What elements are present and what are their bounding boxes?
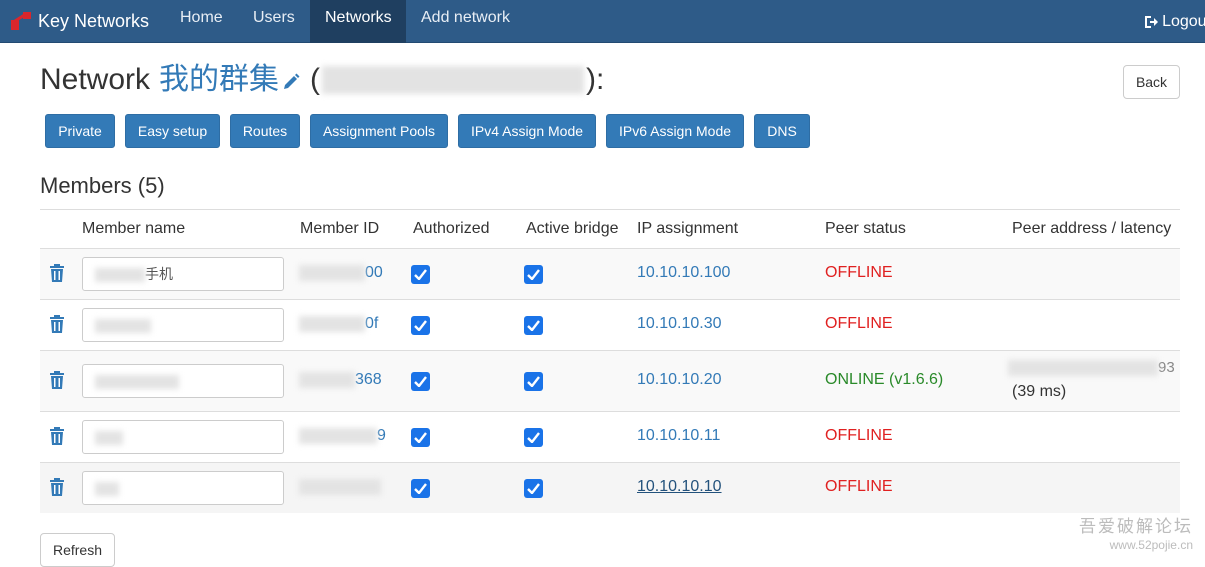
member-name-input[interactable] [82,420,284,454]
logout-icon [1145,15,1159,28]
ip-assignment-link[interactable]: 10.10.10.20 [637,371,722,389]
brand-logo-icon [11,12,31,30]
ipv6-assign-mode-button[interactable]: IPv6 Assign Mode [606,114,744,148]
member-name-input[interactable] [82,308,284,342]
trash-icon[interactable] [49,427,65,445]
dns-button[interactable]: DNS [754,114,810,148]
assignment-pools-button[interactable]: Assignment Pools [310,114,448,148]
member-id[interactable]: 00 [299,264,383,282]
ip-assignment-link[interactable]: 10.10.10.11 [637,427,720,445]
authorized-checkbox[interactable] [411,316,430,335]
redacted-network-id [322,66,585,94]
ip-assignment-link[interactable]: 10.10.10.10 [637,478,722,496]
nav-home[interactable]: Home [165,0,238,43]
peer-status: OFFLINE [825,427,893,444]
trash-icon[interactable] [49,371,65,389]
network-name[interactable]: 我的群集 [159,61,279,99]
watermark-line1: 吾爱破解论坛 [1079,517,1193,536]
header-authorized: Authorized [413,220,490,237]
member-id[interactable]: 0f [299,315,378,333]
trash-icon[interactable] [49,315,65,333]
checkmark-icon [527,269,540,280]
header-member-name: Member name [82,220,186,237]
trash-icon[interactable] [49,478,65,496]
logout-link[interactable]: Logout [1143,0,1205,43]
ip-assignment-link[interactable]: 10.10.10.100 [637,264,730,282]
members-table: Member name Member ID Authorized Active … [40,209,1180,513]
peer-latency: (39 ms) [1012,383,1067,400]
member-id[interactable]: 9 [299,427,386,445]
peer-status: OFFLINE [825,315,893,332]
network-id-open: ( [310,63,321,96]
checkmark-icon [414,269,427,280]
top-navbar: Key Networks Home Users Networks Add net… [0,0,1205,43]
checkmark-icon [414,432,427,443]
table-row: 手机 00 10.10.10.100 OFFLINE [40,249,1180,300]
active-bridge-checkbox[interactable] [524,428,543,447]
active-bridge-checkbox[interactable] [524,265,543,284]
member-name-input[interactable]: 手机 [82,257,284,291]
peer-address: 93 [1008,359,1175,377]
title-prefix: Network [40,63,151,96]
checkmark-icon [414,483,427,494]
checkmark-icon [527,320,540,331]
authorized-checkbox[interactable] [411,372,430,391]
peer-status: OFFLINE [825,264,893,281]
logout-label: Logout [1162,12,1205,30]
table-row: 368 10.10.10.20 ONLINE (v1.6.6) 93 (39 m… [40,351,1180,412]
table-row: 10.10.10.10 OFFLINE [40,463,1180,513]
authorized-checkbox[interactable] [411,479,430,498]
member-name-text: 手机 [145,266,173,282]
header-member-id: Member ID [300,220,380,237]
table-header: Member name Member ID Authorized Active … [40,209,1180,249]
peer-status: OFFLINE [825,478,893,495]
back-button[interactable]: Back [1123,65,1180,99]
network-id-close: ): [586,63,605,96]
brand-text: Key Networks [38,11,150,31]
checkmark-icon [414,320,427,331]
watermark: 吾爱破解论坛 www.52pojie.cn [1079,516,1193,552]
checkmark-icon [527,432,540,443]
checkmark-icon [527,376,540,387]
header-peer-address: Peer address / latency [1012,220,1172,237]
active-bridge-checkbox[interactable] [524,372,543,391]
authorized-checkbox[interactable] [411,428,430,447]
brand[interactable]: Key Networks [10,9,149,33]
nav-users[interactable]: Users [238,0,310,43]
header-ip-assignment: IP assignment [637,220,739,237]
active-bridge-checkbox[interactable] [524,479,543,498]
private-button[interactable]: Private [45,114,115,148]
ipv4-assign-mode-button[interactable]: IPv4 Assign Mode [458,114,596,148]
page-title: Network 我的群集 ( ): [40,61,604,99]
edit-pencil-icon[interactable] [281,72,301,92]
trash-icon[interactable] [49,264,65,282]
members-heading: Members (5) [40,173,165,198]
member-name-input[interactable] [82,364,284,398]
member-id[interactable] [299,478,381,496]
header-peer-status: Peer status [825,220,906,237]
nav-add-network[interactable]: Add network [406,0,525,43]
table-row: 9 10.10.10.11 OFFLINE [40,412,1180,463]
routes-button[interactable]: Routes [230,114,300,148]
authorized-checkbox[interactable] [411,265,430,284]
checkmark-icon [414,376,427,387]
nav-networks[interactable]: Networks [310,0,406,43]
refresh-button[interactable]: Refresh [40,533,115,567]
member-id[interactable]: 368 [299,371,382,389]
watermark-line2: www.52pojie.cn [1109,538,1193,552]
checkmark-icon [527,483,540,494]
member-name-input[interactable] [82,471,284,505]
header-active-bridge: Active bridge [526,220,619,237]
peer-status: ONLINE (v1.6.6) [825,371,944,388]
easy-setup-button[interactable]: Easy setup [125,114,220,148]
table-row: 0f 10.10.10.30 OFFLINE [40,300,1180,351]
ip-assignment-link[interactable]: 10.10.10.30 [637,315,722,333]
active-bridge-checkbox[interactable] [524,316,543,335]
